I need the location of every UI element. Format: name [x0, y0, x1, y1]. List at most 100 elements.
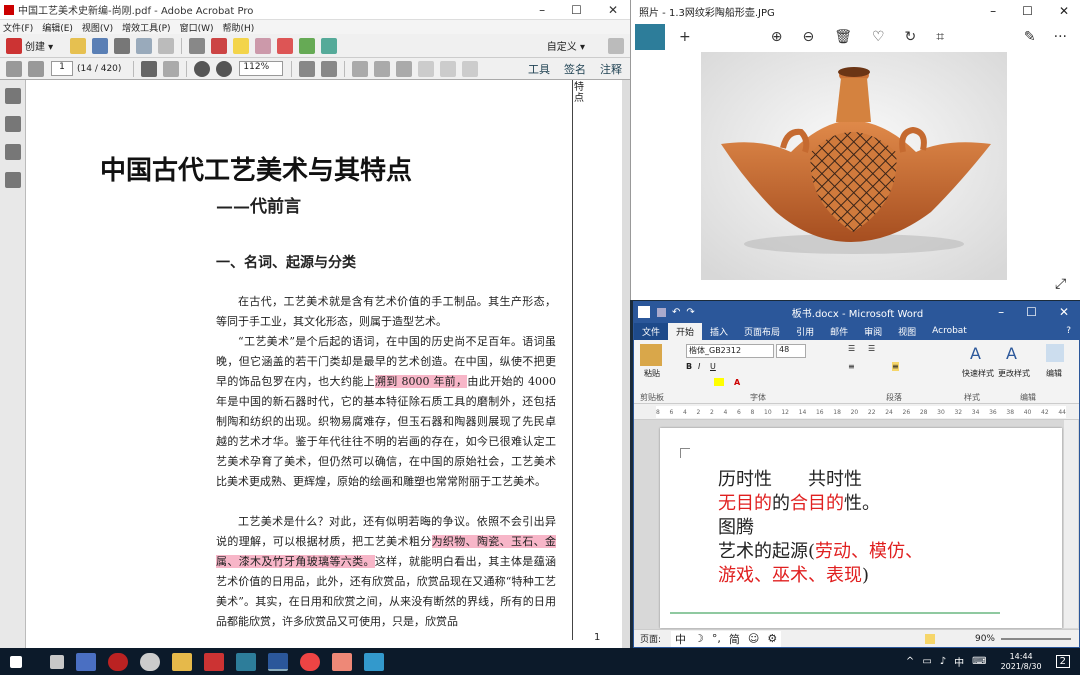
- font-size-select[interactable]: 48: [776, 344, 806, 358]
- numbering-button[interactable]: ☰: [868, 344, 875, 353]
- find-icon[interactable]: [1046, 344, 1064, 362]
- volume-icon[interactable]: ♪: [940, 656, 946, 667]
- edit-icon[interactable]: ✎: [1024, 29, 1036, 45]
- minimize-button[interactable]: –: [990, 4, 996, 18]
- tab-comment[interactable]: 注释: [600, 61, 622, 77]
- add-icon[interactable]: +: [679, 29, 691, 45]
- stamp-icon[interactable]: [211, 37, 228, 54]
- photos-taskbar-icon[interactable]: [236, 652, 256, 671]
- highlight-color-button[interactable]: [714, 378, 724, 386]
- underline-button[interactable]: U: [710, 362, 716, 371]
- align-justify-button[interactable]: ≡: [892, 362, 899, 371]
- tab-references[interactable]: 引用: [788, 323, 822, 340]
- change-style-icon[interactable]: A: [1006, 344, 1017, 363]
- undo-icon[interactable]: [374, 60, 391, 77]
- delete-icon[interactable]: 🗑: [834, 29, 852, 45]
- highlight-icon[interactable]: [255, 37, 272, 54]
- ime-settings-icon[interactable]: ⚙: [767, 632, 777, 645]
- email-icon[interactable]: [158, 37, 175, 54]
- highlight-8000[interactable]: 溯到 8000 年前，: [374, 375, 468, 388]
- maximize-button[interactable]: ☐: [1022, 4, 1033, 18]
- minimize-button[interactable]: –: [998, 305, 1004, 319]
- align-left-button[interactable]: ≡: [848, 362, 855, 371]
- pottery-photo[interactable]: [701, 52, 1007, 280]
- ime-emoji-icon[interactable]: ☺: [748, 632, 759, 645]
- pdf-scrollbar[interactable]: [622, 80, 630, 648]
- zoom-slider[interactable]: [1001, 637, 1071, 640]
- tab-layout[interactable]: 页面布局: [736, 323, 788, 340]
- italic-button[interactable]: I: [698, 362, 700, 371]
- copy-icon[interactable]: [440, 60, 457, 77]
- zoom-out-icon[interactable]: [194, 60, 211, 77]
- secure-icon[interactable]: [299, 37, 316, 54]
- network-icon[interactable]: ▭: [922, 656, 931, 667]
- select-cursor-icon[interactable]: [141, 60, 158, 77]
- word-page[interactable]: 历时性 共时性 无目的的合目的性。 图腾 艺术的起源(劳动、模仿、 游戏、巫术、…: [660, 428, 1062, 628]
- minimize-button[interactable]: –: [539, 3, 545, 17]
- quick-redo-icon[interactable]: ↷: [686, 307, 694, 318]
- pages-icon[interactable]: [5, 88, 21, 104]
- redo-icon[interactable]: [396, 60, 413, 77]
- edit-label[interactable]: 编辑: [1046, 368, 1062, 379]
- clock-date[interactable]: 2021/8/30: [1001, 662, 1042, 672]
- menu-edit[interactable]: 编辑(E): [42, 21, 73, 34]
- tab-acrobat[interactable]: Acrobat: [924, 324, 975, 338]
- change-style-label[interactable]: 更改样式: [998, 368, 1030, 379]
- custom-dropdown[interactable]: 自定义 ▾: [547, 38, 585, 53]
- print-icon[interactable]: [114, 37, 131, 54]
- paint-icon[interactable]: [332, 652, 352, 671]
- ime-punct[interactable]: °,: [712, 632, 721, 645]
- qr-app-icon[interactable]: [76, 652, 96, 671]
- quick-style-icon[interactable]: A: [970, 344, 981, 363]
- start-icon[interactable]: [10, 655, 22, 668]
- word-ruler[interactable]: 8 6 4 2 2 4 6 8 10 12 14 16 18 20 22 24 26 28 30 32 34 36 38 40…: [634, 404, 1079, 420]
- fit-page-icon[interactable]: [299, 60, 316, 77]
- fit-width-icon[interactable]: [321, 60, 338, 77]
- settings-icon[interactable]: [140, 652, 160, 671]
- menu-view[interactable]: 视图(V): [82, 21, 113, 34]
- zoom-select[interactable]: 112%: [239, 61, 284, 76]
- quick-save-icon[interactable]: [657, 307, 666, 317]
- notification-icon[interactable]: 2: [1055, 655, 1070, 668]
- quick-style-label[interactable]: 快速样式: [962, 368, 994, 379]
- rotate-icon[interactable]: ↻: [905, 29, 917, 45]
- font-color-button[interactable]: A: [734, 378, 740, 387]
- app-triangle-icon[interactable]: [50, 654, 64, 669]
- file-explorer-icon[interactable]: [172, 652, 192, 671]
- close-button[interactable]: ✕: [608, 3, 618, 17]
- clock-time[interactable]: 14:44: [1010, 652, 1033, 662]
- rotate-icon[interactable]: [352, 60, 369, 77]
- menu-window[interactable]: 窗口(W): [180, 21, 214, 34]
- export-icon[interactable]: [321, 37, 338, 54]
- close-button[interactable]: ✕: [1059, 305, 1069, 319]
- tab-tools[interactable]: 工具: [528, 61, 550, 77]
- favorite-icon[interactable]: ♡: [872, 29, 885, 45]
- tab-insert[interactable]: 插入: [702, 323, 736, 340]
- view-print-icon[interactable]: [924, 633, 935, 644]
- next-page-icon[interactable]: [28, 60, 44, 77]
- signatures-icon[interactable]: [5, 172, 21, 188]
- tab-home[interactable]: 开始: [668, 322, 703, 340]
- attachments-icon[interactable]: [5, 144, 21, 160]
- zoom-in-icon[interactable]: [216, 60, 233, 77]
- menu-file[interactable]: 文件(F): [3, 21, 33, 34]
- paste-label[interactable]: 粘贴: [644, 368, 660, 379]
- menu-plugins[interactable]: 增效工具(P): [122, 21, 170, 34]
- bold-button[interactable]: B: [686, 362, 692, 371]
- tray-ime[interactable]: 中: [954, 654, 964, 669]
- expand-icon[interactable]: [608, 37, 624, 54]
- pdf-document-view[interactable]: 特点 中国古代工艺美术与其特点 ——代前言 一、名词、起源与分类 在古代，工艺美…: [26, 80, 622, 648]
- gallery-icon[interactable]: [635, 24, 665, 50]
- maximize-button[interactable]: ☐: [1026, 305, 1037, 319]
- maximize-button[interactable]: ☐: [571, 3, 582, 17]
- menu-help[interactable]: 帮助(H): [222, 21, 254, 34]
- keyboard-icon[interactable]: ⌨: [972, 656, 986, 667]
- tab-view[interactable]: 视图: [890, 323, 924, 340]
- tab-mailings[interactable]: 邮件: [822, 323, 856, 340]
- zoom-out-icon[interactable]: ⊖: [802, 29, 814, 45]
- chrome-icon[interactable]: [300, 652, 320, 671]
- bookmarks-icon[interactable]: [5, 116, 21, 132]
- ime-simplified[interactable]: 简: [729, 631, 740, 647]
- status-page[interactable]: 页面:: [640, 632, 661, 645]
- word-vscroll[interactable]: [1064, 420, 1078, 628]
